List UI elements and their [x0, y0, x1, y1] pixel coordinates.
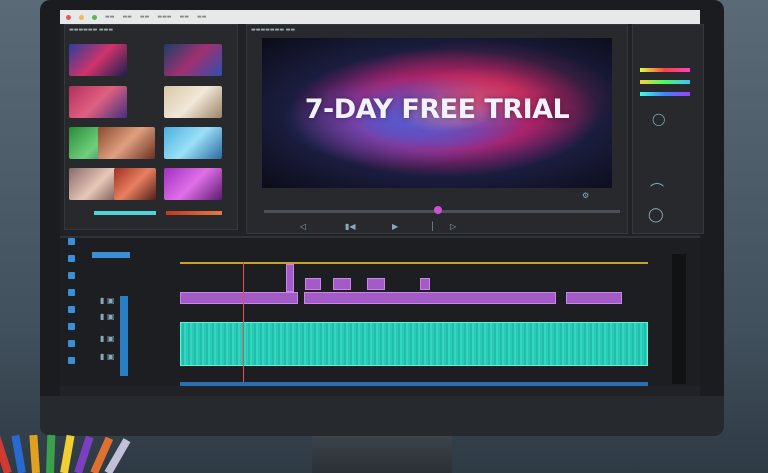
pencil	[11, 434, 26, 473]
mark-out-icon[interactable]: │	[430, 222, 435, 231]
track-selection-indicator	[120, 296, 128, 376]
pencil	[0, 435, 12, 473]
menu-item[interactable]: ▬▬	[180, 14, 189, 20]
type-tool-icon[interactable]	[68, 357, 75, 364]
preview-title-text: 7-DAY FREE TRIAL	[304, 94, 570, 125]
hand-tool-icon[interactable]	[68, 340, 75, 347]
play-icon[interactable]: ▶	[392, 222, 398, 231]
mark-in-icon[interactable]: ▮◀	[345, 222, 356, 231]
menu-item[interactable]: ▬▬	[122, 14, 131, 20]
pen-tool-icon[interactable]	[68, 323, 75, 330]
media-thumbnail[interactable]	[164, 127, 222, 159]
pencil-cup	[0, 432, 131, 473]
tools-panel	[68, 238, 78, 378]
media-thumbnail[interactable]	[164, 44, 222, 76]
video-clip[interactable]	[304, 292, 556, 304]
track-header-a2: ▮ ▣	[100, 334, 115, 343]
menu-item[interactable]: ▬▬▬	[157, 14, 171, 20]
close-window-icon[interactable]	[66, 14, 71, 20]
video-clip[interactable]	[367, 278, 385, 290]
menu-bar: ▬▬ ▬▬ ▬▬ ▬▬▬ ▬▬ ▬▬	[60, 10, 700, 24]
timeline-scrollbar[interactable]	[180, 382, 648, 386]
monitor-chin	[40, 396, 724, 436]
media-thumbnail[interactable]	[69, 86, 127, 118]
timecode-scrubber[interactable]	[264, 206, 620, 214]
audio-clip[interactable]	[180, 322, 648, 366]
slip-tool-icon[interactable]	[68, 306, 75, 313]
track-header-v1: ▮ ▣	[100, 296, 115, 305]
effects-control-panel	[632, 24, 704, 234]
media-progress-bar	[166, 211, 222, 215]
media-thumbnail[interactable]	[69, 44, 127, 76]
media-progress-bar	[94, 211, 156, 215]
menu-item[interactable]: ▬▬	[105, 14, 114, 20]
step-forward-icon[interactable]: ▷	[450, 222, 456, 231]
media-thumbnail[interactable]	[164, 86, 222, 118]
curve-control-icon[interactable]: ⌒	[650, 180, 664, 200]
pencil	[74, 435, 94, 473]
pencil	[60, 434, 75, 473]
pencil	[46, 434, 56, 473]
color-wheel-icon[interactable]: ◯	[652, 112, 665, 126]
menu-item[interactable]: ▬▬	[197, 14, 206, 20]
track-select-tool-icon[interactable]	[68, 255, 75, 262]
color-slider-green[interactable]	[640, 80, 690, 84]
video-clip[interactable]	[180, 292, 298, 304]
color-slider-red[interactable]	[640, 68, 690, 72]
video-clip[interactable]	[286, 264, 294, 292]
timeline-ruler[interactable]	[180, 262, 648, 264]
video-preview[interactable]: 7-DAY FREE TRIAL	[262, 38, 612, 188]
maximize-window-icon[interactable]	[92, 14, 97, 20]
track-header-a1: ▮ ▣	[100, 312, 115, 321]
timeline-playhead[interactable]	[243, 262, 244, 386]
video-clip[interactable]	[420, 278, 430, 290]
ripple-edit-tool-icon[interactable]	[68, 272, 75, 279]
color-wheel-icon[interactable]: ◯	[648, 207, 664, 223]
pencil	[29, 434, 40, 473]
selection-tool-icon[interactable]	[68, 238, 75, 245]
video-clip[interactable]	[333, 278, 351, 290]
audio-meter	[672, 254, 686, 384]
menu-item[interactable]: ▬▬	[140, 14, 149, 20]
scrubber-playhead[interactable]	[434, 206, 442, 214]
razor-icon[interactable]	[68, 289, 75, 296]
media-thumbnail[interactable]	[114, 168, 156, 200]
step-back-icon[interactable]: ◁	[300, 222, 306, 231]
color-slider-blue[interactable]	[640, 92, 690, 96]
minimize-window-icon[interactable]	[79, 14, 84, 20]
monitor-stand	[312, 436, 452, 473]
program-monitor-tab[interactable]: ▬▬▬▬▬▬▬ ▬▬	[247, 25, 627, 35]
sequence-tab[interactable]	[92, 252, 130, 258]
settings-icon[interactable]: ⚙	[582, 191, 589, 200]
track-header-a3: ▮ ▣	[100, 352, 115, 361]
video-clip[interactable]	[566, 292, 622, 304]
video-clip[interactable]	[305, 278, 321, 290]
media-browser-tabs[interactable]: ▬▬▬▬▬▬ ▬▬▬	[65, 25, 237, 35]
media-thumbnail[interactable]	[164, 168, 222, 200]
media-thumbnail[interactable]	[98, 127, 155, 159]
